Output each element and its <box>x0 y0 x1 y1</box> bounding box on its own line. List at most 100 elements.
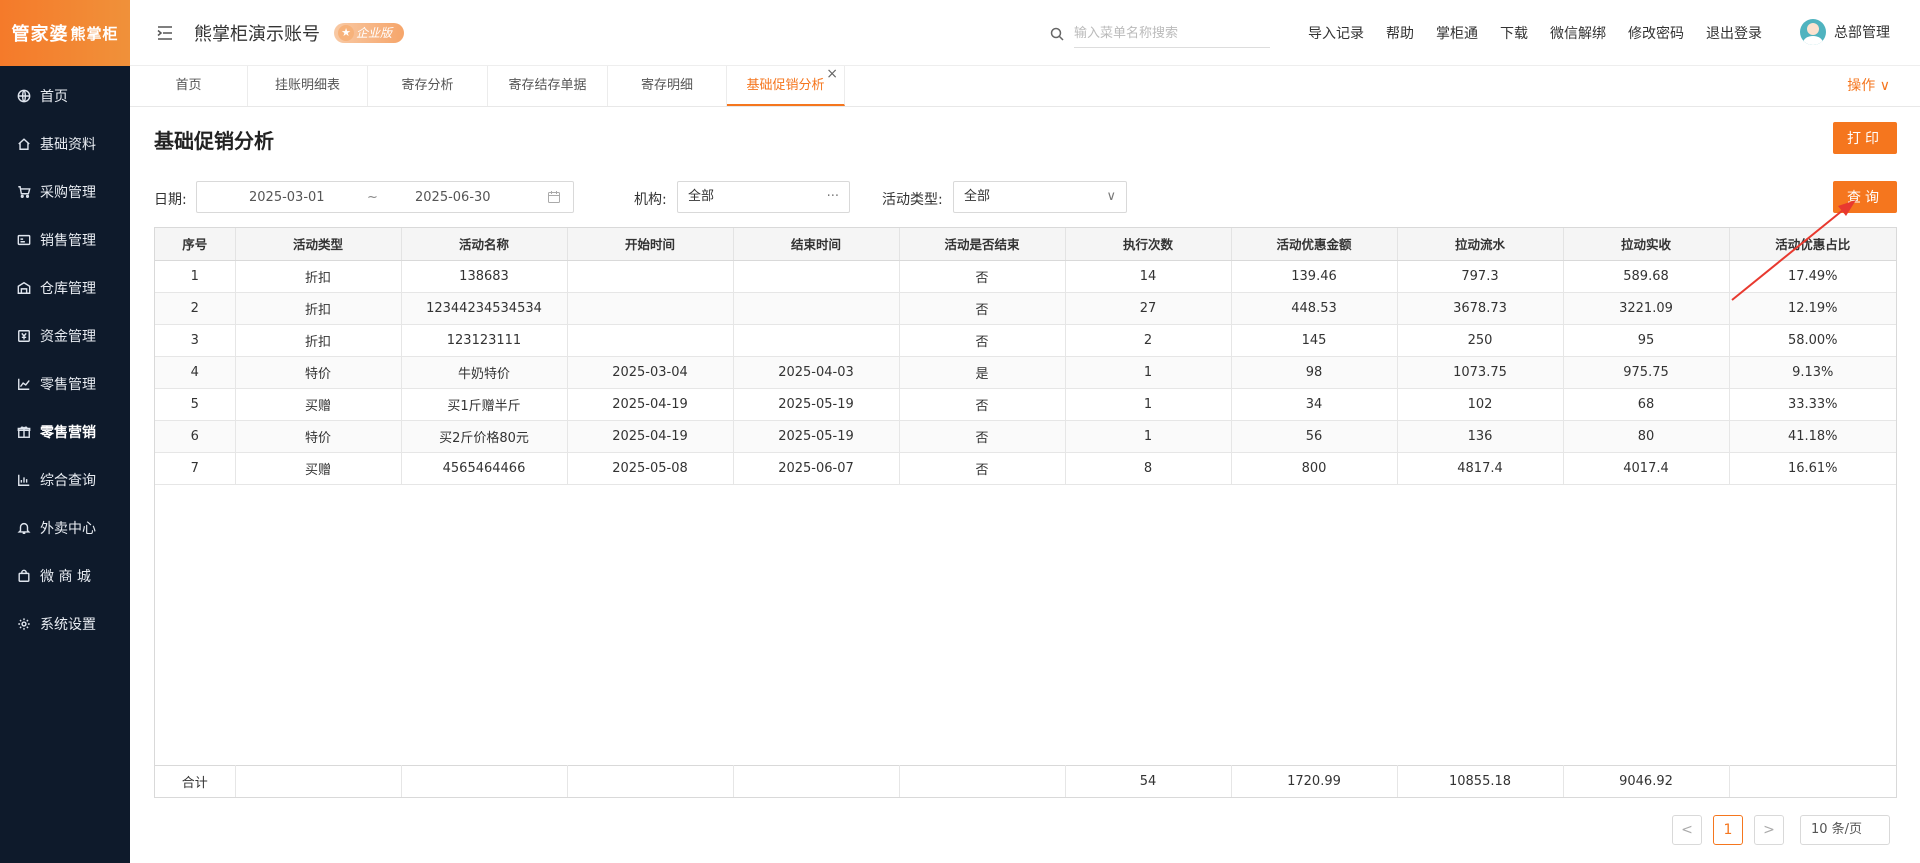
tab-home[interactable]: 首页 <box>130 66 248 106</box>
table-cell: 58.00% <box>1729 324 1896 357</box>
prev-page-button[interactable]: < <box>1672 815 1702 845</box>
table-cell: 797.3 <box>1397 260 1564 293</box>
tab-deposit-analysis[interactable]: 寄存分析 <box>368 66 488 106</box>
col-header[interactable]: 序号 <box>155 228 236 261</box>
sidebar-item-label: 销售管理 <box>40 233 96 249</box>
col-header[interactable]: 活动类型 <box>235 228 402 261</box>
gear-icon <box>16 616 32 632</box>
col-header[interactable]: 活动是否结束 <box>899 228 1066 261</box>
sidebar-item-label: 基础资料 <box>40 137 96 153</box>
tab-deposit-balance[interactable]: 寄存结存单据 <box>488 66 608 106</box>
table-cell: 买赠 <box>235 452 402 485</box>
user-menu[interactable]: 总部管理 <box>1800 19 1890 45</box>
table-row[interactable]: 6 特价 买2斤价格80元 2025-04-19 2025-05-19 否 1 56 136 80… <box>155 420 1896 453</box>
query-button[interactable]: 查询 <box>1833 181 1897 213</box>
operations-menu[interactable]: 操作 ∨ <box>1847 66 1890 106</box>
zhangguitong-link[interactable]: 掌柜通 <box>1436 23 1478 43</box>
sidebar-item-label: 首页 <box>40 89 68 105</box>
table-cell: 特价 <box>235 356 402 389</box>
gift-icon <box>16 424 32 440</box>
table-cell: 6 <box>155 420 236 453</box>
date-start[interactable]: 2025-03-01 <box>249 190 325 205</box>
table-row[interactable]: 7 买赠 4565464466 2025-05-08 2025-06-07 否 8 800 48… <box>155 452 1896 485</box>
table-row[interactable]: 5 买赠 买1斤赠半斤 2025-04-19 2025-05-19 否 1 34 102 68 33… <box>155 388 1896 421</box>
table-cell: 12.19% <box>1729 292 1896 325</box>
sidebar-item-funds[interactable]: 资金管理 <box>0 312 130 360</box>
col-header[interactable]: 活动优惠占比 <box>1729 228 1896 261</box>
logo-main: 管家婆 <box>11 24 69 45</box>
table-cell: 4017.4 <box>1563 452 1730 485</box>
sidebar-item-label: 资金管理 <box>40 329 96 345</box>
import-records-link[interactable]: 导入记录 <box>1308 23 1364 43</box>
col-header[interactable]: 开始时间 <box>567 228 734 261</box>
table-row[interactable]: 2 折扣 12344234534534 否 27 448.53 3678.73 3221.09… <box>155 292 1896 325</box>
sidebar-item-mall[interactable]: 微 商 城 <box>0 552 130 600</box>
table-cell: 否 <box>899 388 1066 421</box>
tab-deposit-detail[interactable]: 寄存明细 <box>608 66 727 106</box>
sidebar-item-settings[interactable]: 系统设置 <box>0 600 130 648</box>
table-cell: 2025-03-04 <box>567 356 734 389</box>
sidebar-item-basic-data[interactable]: 基础资料 <box>0 120 130 168</box>
bell-icon <box>16 520 32 536</box>
col-header[interactable]: 活动优惠金额 <box>1231 228 1398 261</box>
totals-cell <box>401 764 568 797</box>
print-button[interactable]: 打印 <box>1833 122 1897 154</box>
table-row[interactable]: 1 折扣 138683 否 14 139.46 797.3 589.68 17.49% <box>155 260 1896 293</box>
help-link[interactable]: 帮助 <box>1386 23 1414 43</box>
col-header[interactable]: 结束时间 <box>733 228 900 261</box>
col-header[interactable]: 拉动实收 <box>1563 228 1730 261</box>
totals-cell <box>567 764 734 797</box>
menu-toggle-icon[interactable] <box>154 22 176 44</box>
table-row[interactable]: 4 特价 牛奶特价 2025-03-04 2025-04-03 是 1 98 1073.75 97… <box>155 356 1896 389</box>
col-header[interactable]: 拉动流水 <box>1397 228 1564 261</box>
date-end[interactable]: 2025-06-30 <box>415 190 491 205</box>
table-cell: 1 <box>1065 388 1232 421</box>
table-cell: 买赠 <box>235 388 402 421</box>
cart-icon <box>16 184 32 200</box>
page-1-button[interactable]: 1 <box>1713 815 1743 845</box>
org-label: 机构: <box>634 192 667 208</box>
table-cell: 16.61% <box>1729 452 1896 485</box>
change-password-link[interactable]: 修改密码 <box>1628 23 1684 43</box>
money-icon <box>16 328 32 344</box>
col-header[interactable]: 活动名称 <box>401 228 568 261</box>
org-select[interactable]: 全部 ··· <box>677 181 850 213</box>
col-header[interactable]: 执行次数 <box>1065 228 1232 261</box>
tab-label: 基础促销分析 <box>746 78 825 93</box>
sidebar-item-home[interactable]: 首页 <box>0 72 130 120</box>
tab-promotion-analysis[interactable]: 基础促销分析 × <box>727 66 845 106</box>
logout-link[interactable]: 退出登录 <box>1706 23 1762 43</box>
totals-cell <box>733 764 900 797</box>
tab-credit-detail[interactable]: 挂账明细表 <box>248 66 368 106</box>
table-cell: 1 <box>1065 356 1232 389</box>
logo: 管家婆 熊掌柜 <box>0 0 130 66</box>
sidebar-item-purchase[interactable]: 采购管理 <box>0 168 130 216</box>
sidebar-item-sales[interactable]: 销售管理 <box>0 216 130 264</box>
sidebar-item-warehouse[interactable]: 仓库管理 <box>0 264 130 312</box>
top-header: 熊掌柜演示账号 ★ 企业版 导入记录 帮助 掌柜通 下载 微信解绑 修改密码 退… <box>130 0 1920 66</box>
more-icon[interactable]: ··· <box>827 182 839 212</box>
table-cell: 折扣 <box>235 292 402 325</box>
sidebar-item-label: 系统设置 <box>40 617 96 633</box>
menu-search-input[interactable] <box>1074 20 1270 48</box>
table-cell: 买2斤价格80元 <box>401 420 568 453</box>
date-range-picker[interactable]: 2025-03-01 ~ 2025-06-30 <box>196 181 574 213</box>
sidebar-item-query[interactable]: 综合查询 <box>0 456 130 504</box>
sidebar-item-takeout[interactable]: 外卖中心 <box>0 504 130 552</box>
table-cell: 56 <box>1231 420 1398 453</box>
download-link[interactable]: 下载 <box>1500 23 1528 43</box>
table-row[interactable]: 3 折扣 123123111 否 2 145 250 95 58.00% <box>155 324 1896 357</box>
sidebar-item-retail-marketing[interactable]: 零售营销 <box>0 408 130 456</box>
activity-type-select[interactable]: 全部 ∨ <box>953 181 1127 213</box>
page-tabs: 首页 挂账明细表 寄存分析 寄存结存单据 寄存明细 基础促销分析 × 操作 ∨ <box>130 66 1920 107</box>
table-cell: 1 <box>1065 420 1232 453</box>
next-page-button[interactable]: > <box>1754 815 1784 845</box>
totals-cell <box>235 764 402 797</box>
sidebar-item-label: 外卖中心 <box>40 521 96 537</box>
logo-sub: 熊掌柜 <box>70 24 119 43</box>
wechat-unbind-link[interactable]: 微信解绑 <box>1550 23 1606 43</box>
table-cell: 2 <box>1065 324 1232 357</box>
page-size-select[interactable]: 10 条/页 <box>1800 815 1890 845</box>
close-icon[interactable]: × <box>826 54 838 94</box>
sidebar-item-retail[interactable]: 零售管理 <box>0 360 130 408</box>
